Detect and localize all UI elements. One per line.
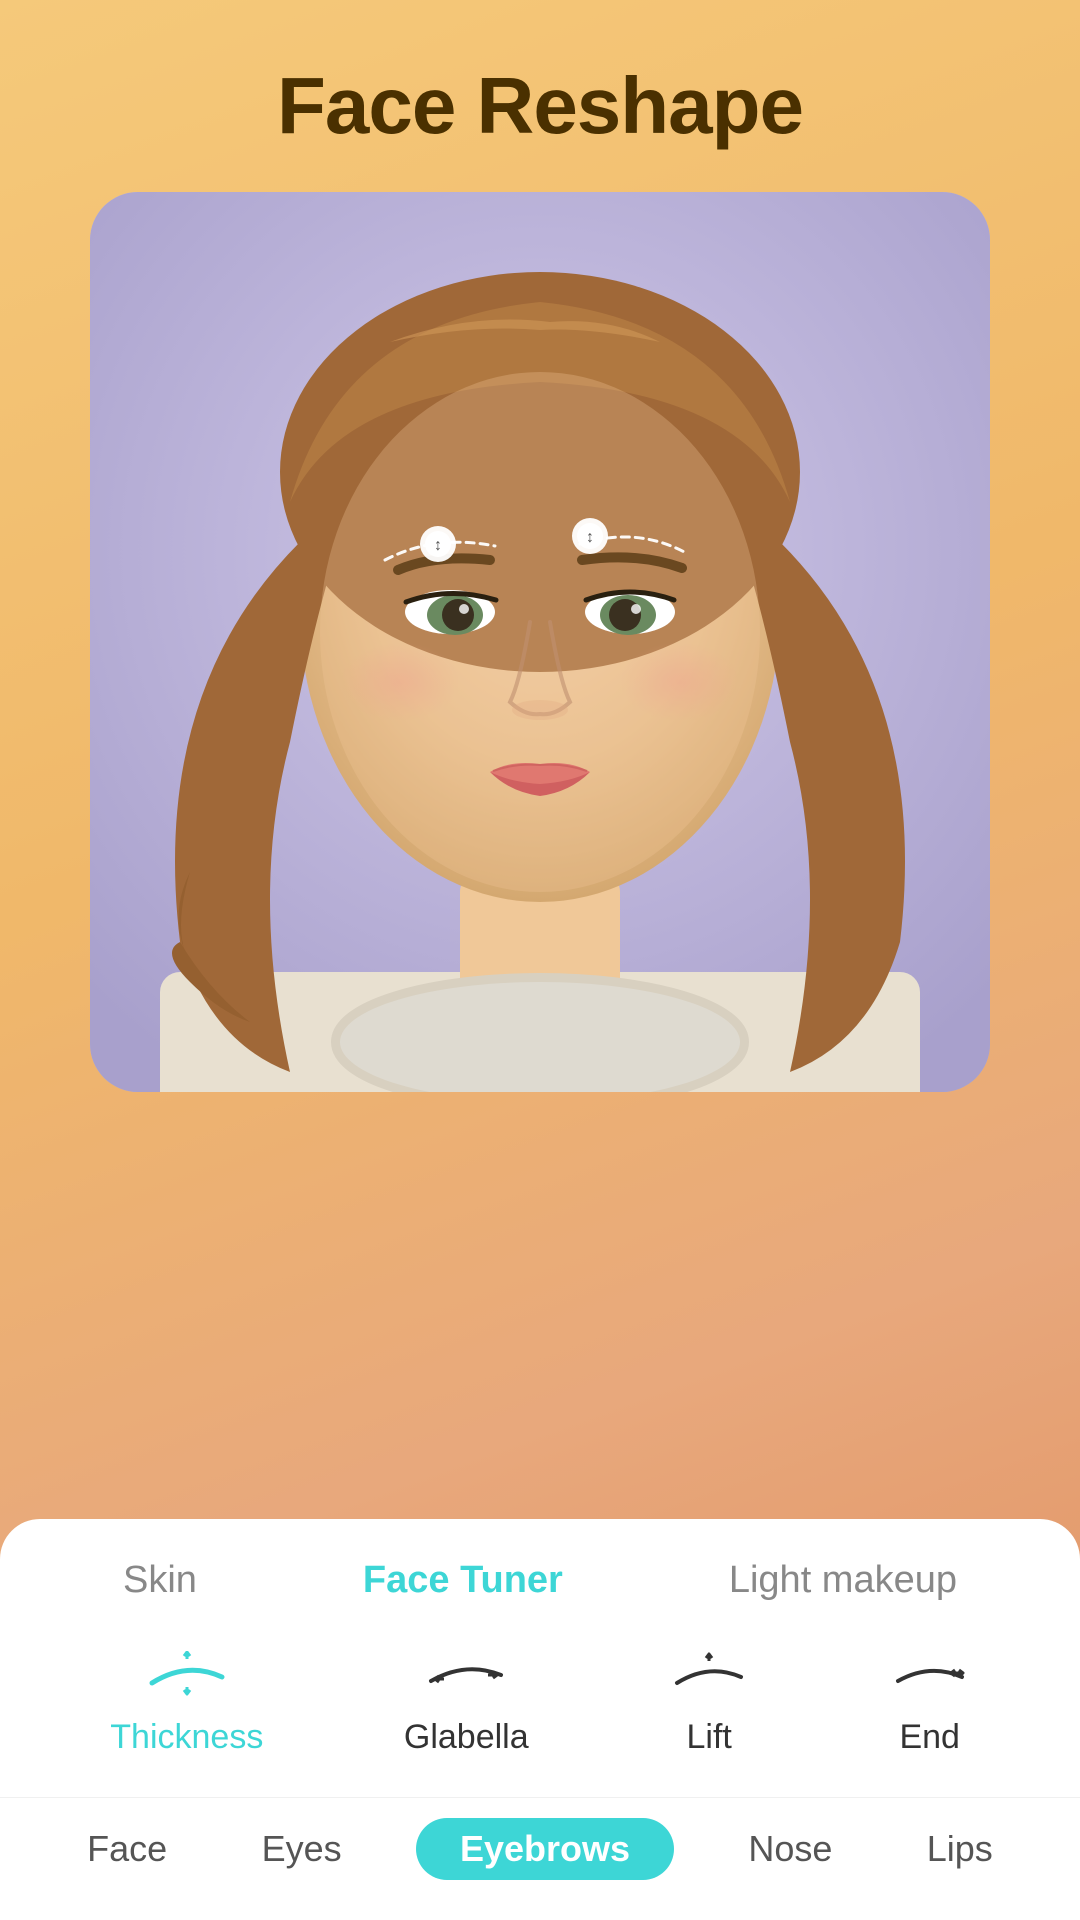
bottom-nav: Face Eyes Eyebrows Nose Lips [0,1797,1080,1890]
lift-label: Lift [686,1718,731,1757]
tab-light-makeup[interactable]: Light makeup [713,1555,973,1606]
tool-row: Thickness Glabella [0,1646,1080,1757]
end-label: End [899,1718,960,1757]
nav-eyes[interactable]: Eyes [242,1818,362,1880]
glabella-icon [426,1646,506,1706]
photo-card: ↕ ↕ [90,192,990,1092]
nav-lips[interactable]: Lips [907,1818,1013,1880]
tool-thickness[interactable]: Thickness [110,1646,263,1757]
lift-icon [669,1646,749,1706]
page-title: Face Reshape [277,60,803,152]
tool-lift[interactable]: Lift [669,1646,749,1757]
tab-face-tuner[interactable]: Face Tuner [347,1555,579,1606]
svg-text:↕: ↕ [586,529,594,546]
thickness-icon [147,1646,227,1706]
tool-end[interactable]: End [890,1646,970,1757]
face-image: ↕ ↕ [90,192,990,1092]
nav-eyebrows[interactable]: Eyebrows [416,1818,674,1880]
thickness-label: Thickness [110,1718,263,1757]
nav-nose[interactable]: Nose [728,1818,852,1880]
glabella-label: Glabella [404,1718,529,1757]
nav-face[interactable]: Face [67,1818,187,1880]
end-icon [890,1646,970,1706]
category-tabs: Skin Face Tuner Light makeup [0,1555,1080,1606]
tool-glabella[interactable]: Glabella [404,1646,529,1757]
bottom-panel: Skin Face Tuner Light makeup [0,1519,1080,1920]
tab-skin[interactable]: Skin [107,1555,213,1606]
main-wrapper: Face Reshape [0,0,1080,1920]
svg-text:↕: ↕ [434,537,442,554]
